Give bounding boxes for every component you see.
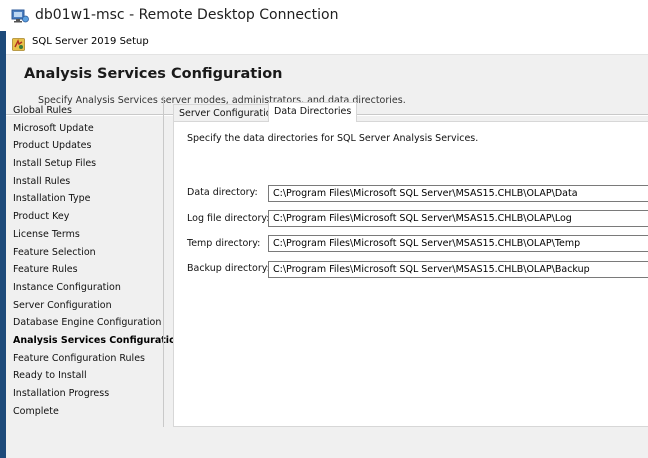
nav-item-product-updates[interactable]: Product Updates: [13, 137, 165, 155]
remote-desktop-icon: [11, 8, 29, 24]
nav-item-server-configuration[interactable]: Server Configuration: [13, 297, 165, 315]
page-title: Analysis Services Configuration: [24, 66, 283, 82]
backup-directory-input[interactable]: C:\Program Files\Microsoft SQL Server\MS…: [268, 261, 648, 278]
tab-data-directories[interactable]: Data Directories: [268, 102, 358, 122]
wizard-steps-nav: Global Rules Microsoft Update Product Up…: [13, 102, 182, 421]
data-directory-label: Data directory:: [187, 187, 258, 198]
rdp-titlebar[interactable]: db01w1-msc - Remote Desktop Connection: [0, 0, 648, 31]
setup-titlebar[interactable]: SQL Server 2019 Setup: [6, 31, 648, 55]
nav-item-feature-selection[interactable]: Feature Selection: [13, 244, 165, 262]
nav-item-feature-rules[interactable]: Feature Rules: [13, 261, 165, 279]
data-directory-input[interactable]: C:\Program Files\Microsoft SQL Server\MS…: [268, 185, 648, 202]
nav-item-feature-configuration-rules[interactable]: Feature Configuration Rules: [13, 350, 165, 368]
temp-directory-label: Temp directory:: [187, 238, 261, 249]
nav-item-complete[interactable]: Complete: [13, 403, 165, 421]
nav-item-product-key[interactable]: Product Key: [13, 208, 165, 226]
nav-item-analysis-services-configuration[interactable]: Analysis Services Configuration: [13, 332, 182, 350]
nav-item-instance-configuration[interactable]: Instance Configuration: [13, 279, 165, 297]
log-file-directory-input[interactable]: C:\Program Files\Microsoft SQL Server\MS…: [268, 210, 648, 227]
nav-divider: [163, 96, 164, 427]
backup-directory-label: Backup directory:: [187, 263, 270, 274]
sql-setup-icon: [12, 36, 25, 51]
temp-directory-input[interactable]: C:\Program Files\Microsoft SQL Server\MS…: [268, 235, 648, 252]
nav-item-installation-type[interactable]: Installation Type: [13, 190, 165, 208]
nav-item-database-engine-configuration[interactable]: Database Engine Configuration: [13, 314, 165, 332]
rdp-window-title: db01w1-msc - Remote Desktop Connection: [35, 7, 339, 23]
setup-window-title: SQL Server 2019 Setup: [32, 36, 149, 47]
nav-item-global-rules[interactable]: Global Rules: [13, 102, 165, 120]
panel-instruction: Specify the data directories for SQL Ser…: [187, 133, 479, 144]
nav-item-license-terms[interactable]: License Terms: [13, 226, 165, 244]
nav-item-ready-to-install[interactable]: Ready to Install: [13, 367, 165, 385]
nav-item-install-setup-files[interactable]: Install Setup Files: [13, 155, 165, 173]
nav-item-microsoft-update[interactable]: Microsoft Update: [13, 120, 165, 138]
nav-item-install-rules[interactable]: Install Rules: [13, 173, 165, 191]
log-file-directory-label: Log file directory:: [187, 213, 270, 224]
nav-item-installation-progress[interactable]: Installation Progress: [13, 385, 165, 403]
